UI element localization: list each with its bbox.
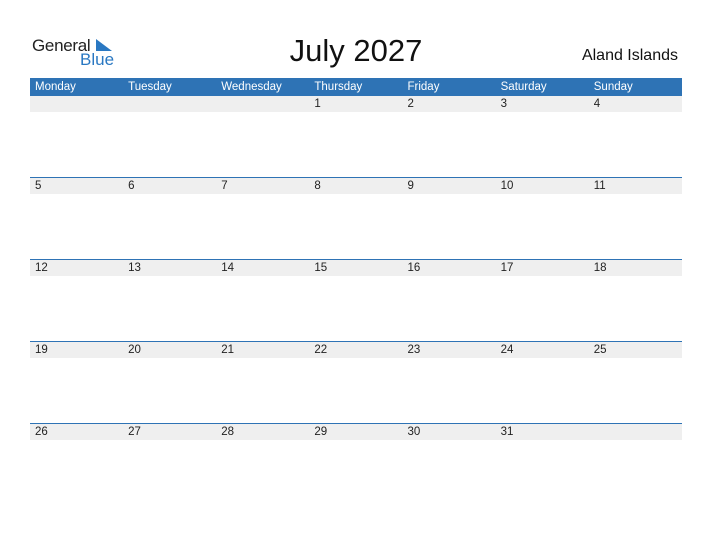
week-row: 19 20 21 22 23 24 25	[30, 341, 682, 423]
week-date-bar: 1 2 3 4	[30, 96, 682, 112]
day-cell: 21	[221, 344, 235, 356]
day-cell: 16	[407, 262, 421, 274]
week-date-bar: 26 27 28 29 30 31	[30, 424, 682, 440]
week-row: 12 13 14 15 16 17 18	[30, 259, 682, 341]
day-cell: 17	[500, 262, 514, 274]
day-cell: 18	[593, 262, 607, 274]
weekday-header: Monday Tuesday Wednesday Thursday Friday…	[30, 78, 682, 96]
day-cell: 8	[314, 180, 321, 192]
day-cell: 2	[407, 98, 414, 110]
day-cell: 19	[35, 344, 48, 356]
weekday-thursday: Thursday	[314, 81, 363, 93]
week-date-bar: 5 6 7 8 9 10 11	[30, 178, 682, 194]
weekday-tuesday: Tuesday	[128, 81, 172, 93]
day-cell: 27	[128, 426, 141, 438]
day-cell: 3	[500, 98, 508, 110]
weekday-sunday: Sunday	[593, 81, 633, 93]
day-cell: 31	[500, 426, 514, 438]
country-label: Aland Islands	[581, 47, 678, 64]
day-cell: 5	[35, 180, 42, 192]
day-cell: 20	[128, 344, 141, 356]
week-date-bar: 12 13 14 15 16 17 18	[30, 260, 682, 276]
day-cell: 9	[407, 180, 414, 192]
day-cell: 22	[314, 344, 328, 356]
week-row: 5 6 7 8 9 10 11	[30, 177, 682, 259]
weekday-monday: Monday	[35, 81, 76, 93]
day-cell: 25	[593, 344, 607, 356]
weekday-friday: Friday	[407, 81, 440, 93]
day-cell	[589, 424, 682, 440]
day-cell: 29	[314, 426, 328, 438]
day-cell: 24	[500, 344, 514, 356]
day-cell: 15	[314, 262, 328, 274]
day-cell: 13	[128, 262, 141, 274]
day-cell: 23	[407, 344, 421, 356]
week-row: 26 27 28 29 30 31	[30, 423, 682, 505]
day-cell: 26	[35, 426, 48, 438]
day-cell: 4	[593, 98, 601, 110]
weekday-wednesday: Wednesday	[221, 81, 282, 93]
calendar-grid: Monday Tuesday Wednesday Thursday Friday…	[30, 78, 682, 505]
day-cell: 28	[221, 426, 235, 438]
week-date-bar: 19 20 21 22 23 24 25	[30, 342, 682, 358]
day-cell: 11	[593, 180, 606, 192]
weekday-saturday: Saturday	[500, 81, 547, 93]
day-cell: 1	[314, 98, 321, 110]
day-cell: 6	[128, 180, 135, 192]
day-cell: 14	[221, 262, 235, 274]
day-cell	[30, 96, 123, 112]
day-cell	[216, 96, 309, 112]
day-cell	[123, 96, 216, 112]
day-cell: 10	[500, 180, 514, 192]
day-cell: 7	[221, 180, 228, 192]
week-row: 1 2 3 4	[30, 96, 682, 177]
day-cell: 12	[35, 262, 48, 274]
day-cell: 30	[407, 426, 421, 438]
